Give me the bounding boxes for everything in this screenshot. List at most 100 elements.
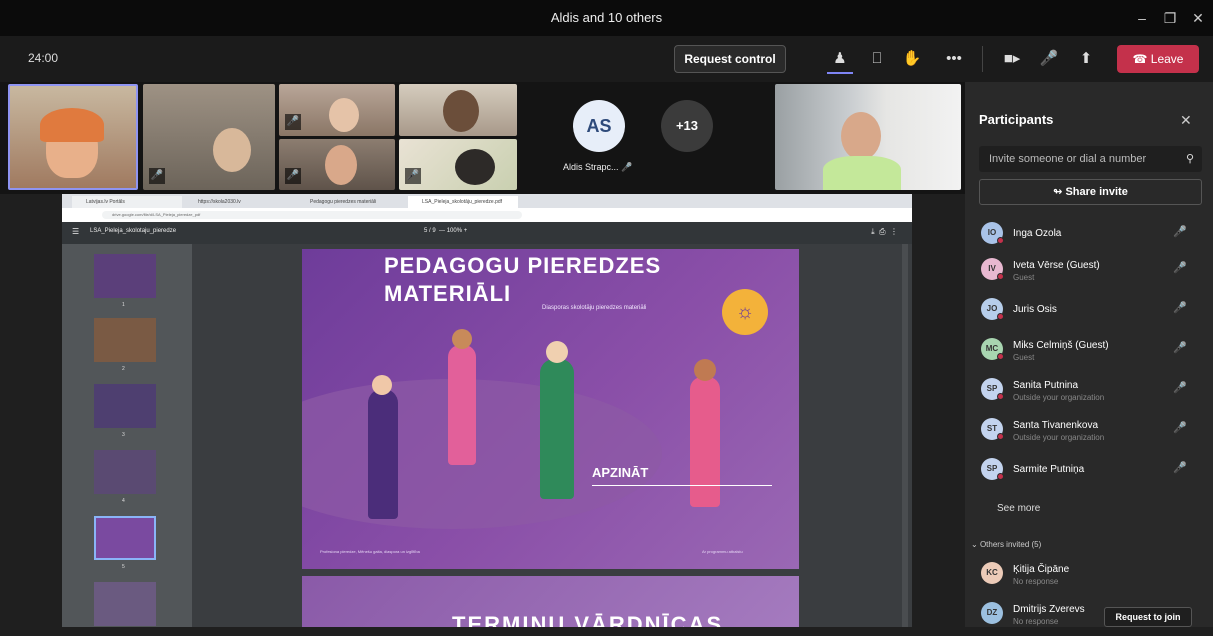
minimize-icon[interactable]: – [1130,6,1154,30]
illustration-head [372,375,392,395]
avatar-name: Aldis Strapc... 🎤 [563,162,632,173]
see-more-link[interactable]: See more [997,503,1040,514]
more-options-icon[interactable]: ••• [943,48,965,70]
mic-muted-icon[interactable]: 🎤 [1038,48,1060,70]
participant-row[interactable]: SP Sanita Putnina Outside your organizat… [965,376,1213,412]
participant-name: Sarmite Putniņa [1013,464,1085,475]
menu-icon[interactable]: ☰ [72,227,79,236]
overflow-participants-count[interactable]: +13 [661,100,713,152]
video-tile-pinned[interactable] [775,84,961,190]
slide-title-line-1: PEDAGOGU PIEREDZES [384,253,662,278]
status-dot [997,313,1004,320]
others-invited-header[interactable]: ⌄ Others invited (5) [971,540,1041,549]
participant-name: Iveta Vērse (Guest) [1013,260,1100,271]
search-icon: ⚲ [1185,153,1194,165]
mic-muted-icon: 🎤 [621,162,633,172]
illustration-person [540,359,574,499]
url-field[interactable]: drive.google.com/file/d/LSA_Pieleja_pier… [102,211,522,219]
illustration-head [694,359,716,381]
participant-row[interactable]: SP Sarmite Putniņa 🎤 [965,456,1213,492]
participant-row[interactable]: ST Santa Tivanenkova Outside your organi… [965,416,1213,452]
participant-hair [40,108,104,142]
illustration-head [546,341,568,363]
avatar-name-text: Aldis Strapc... [563,162,619,172]
page-thumbnail[interactable] [94,254,156,298]
mic-muted-icon: 🎤 [285,114,301,130]
slide-title-line-2: MATERIĀLI [384,281,512,306]
page-thumbnail-selected[interactable] [94,516,156,560]
leave-button[interactable]: ☎ Leave [1117,45,1199,73]
avatar[interactable]: AS [573,100,625,152]
participant-face [841,112,881,160]
status-dot [997,473,1004,480]
pdf-next-slide: TERMINU VĀRDNĪCAS [302,576,799,627]
thumbnail-number: 2 [122,366,125,372]
video-tile-5[interactable]: 🎤 [279,139,395,190]
video-tile-active-speaker[interactable] [8,84,138,190]
slide-blob [302,379,662,529]
video-tile-2[interactable]: 🎤 [143,84,275,190]
title-bar: Aldis and 10 others – ❐ ✕ [0,0,1213,36]
meeting-timer: 24:00 [28,51,59,65]
request-control-button[interactable]: Request control [674,45,786,73]
browser-tab[interactable]: https://skola2030.lv [184,196,294,208]
mic-muted-icon: 🎤 [1173,262,1187,274]
print-icon[interactable]: ⎙ [879,227,885,236]
invited-row[interactable]: KC Ķitija Čipāne No response [965,560,1213,596]
camera-icon[interactable]: ■▸ [1001,48,1023,70]
participant-face [213,128,251,172]
chat-icon[interactable]: ⎕ [866,48,888,70]
browser-tab[interactable]: Latvijas.lv Portāls [72,196,182,208]
participant-name: Juris Osis [1013,304,1057,315]
mic-muted-icon: 🎤 [149,168,165,184]
download-icon[interactable]: ⤓ [871,227,875,236]
close-icon[interactable]: ✕ [1180,112,1192,129]
participants-icon[interactable]: ♟ [829,48,851,70]
browser-tab-strip: Latvijas.lv Portāls https://skola2030.lv… [62,194,912,208]
browser-tab[interactable]: Pedagogu pieredzes materiāli [296,196,406,208]
pdf-thumbnail-sidebar: 1 2 3 4 5 [62,244,192,627]
pdf-viewer: ☼ PEDAGOGU PIEREDZES MATERIĀLI Diasporas… [192,244,912,627]
browser-address-bar: drive.google.com/file/d/LSA_Pieleja_pier… [62,208,912,222]
illustration-person [690,377,720,507]
pdf-slide: ☼ PEDAGOGU PIEREDZES MATERIĀLI Diasporas… [302,249,799,569]
page-indicator[interactable]: 5 / 9 — 100% + [424,228,467,234]
lightbulb-icon: ☼ [722,289,768,335]
more-icon[interactable]: ⋮ [890,227,898,236]
share-invite-button[interactable]: ↬ Share invite [979,179,1202,205]
illustration-head [452,329,472,349]
participant-face [455,149,495,185]
mic-muted-icon: 🎤 [1173,462,1187,474]
status-dot [997,353,1004,360]
participant-name: Inga Ozola [1013,228,1062,239]
page-thumbnail[interactable] [94,582,156,626]
participant-row[interactable]: IO Inga Ozola 🎤 [965,220,1213,256]
browser-tab-active[interactable]: LSA_Pieleja_skolotāju_pieredze.pdf [408,196,518,208]
slide-keyword: APZINĀT [592,465,649,480]
invite-search-input[interactable]: Invite someone or dial a number ⚲ [979,146,1202,172]
maximize-icon[interactable]: ❐ [1158,6,1182,30]
participants-active-indicator [827,72,853,74]
video-tile-6[interactable]: 🎤 [399,139,517,190]
video-tile-3[interactable]: 🎤 [279,84,395,136]
reactions-icon[interactable]: ✋ [901,48,923,70]
mic-muted-icon: 🎤 [1173,226,1187,238]
participant-row[interactable]: JO Juris Osis 🎤 [965,296,1213,332]
participant-subtitle: Outside your organization [1013,393,1105,402]
participant-row[interactable]: IV Iveta Vērse (Guest) Guest 🎤 [965,256,1213,292]
page-thumbnail[interactable] [94,318,156,362]
share-icon: ↬ [1053,186,1063,198]
video-tile-4[interactable] [399,84,517,136]
slide-subtitle: Diasporas skolotāju pieredzes materiāli [542,305,647,311]
participant-shirt [823,156,901,190]
request-to-join-button[interactable]: Request to join [1104,607,1192,627]
participant-face [325,145,357,185]
share-tray-icon[interactable]: ⬆ [1075,48,1097,70]
page-thumbnail[interactable] [94,384,156,428]
participant-subtitle: Outside your organization [1013,433,1105,442]
participant-name: Dmitrijs Zverevs [1013,604,1085,615]
pdf-scrollbar[interactable] [902,244,908,627]
participant-row[interactable]: MC Miks Celmiņš (Guest) Guest 🎤 [965,336,1213,372]
close-icon[interactable]: ✕ [1186,6,1210,30]
page-thumbnail[interactable] [94,450,156,494]
